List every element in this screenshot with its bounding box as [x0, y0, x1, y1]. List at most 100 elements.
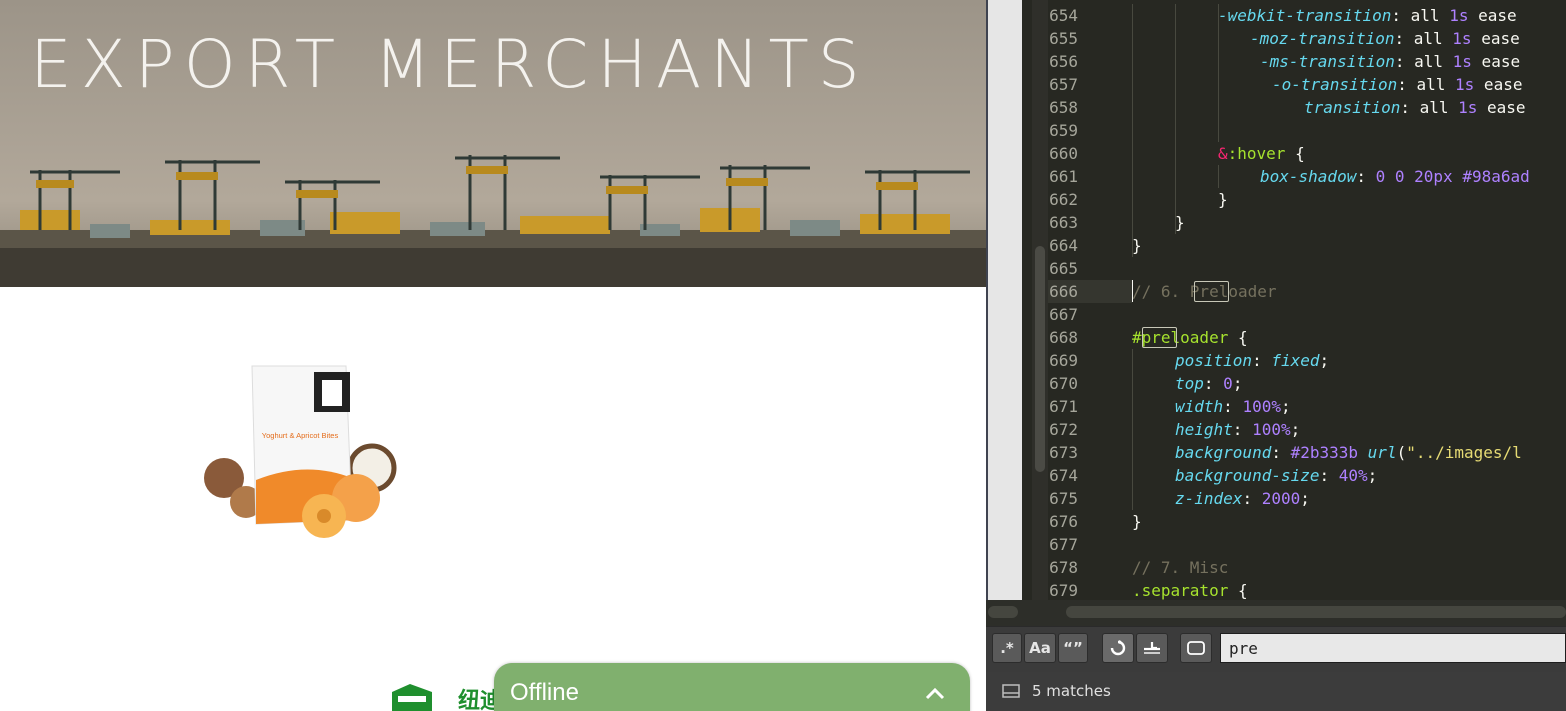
code-line[interactable]: transition: all 1s ease	[1304, 96, 1526, 119]
code-token: 1s	[1452, 29, 1472, 48]
code-token: : all	[1391, 6, 1450, 25]
line-number-gutter: 654 655 656 657 658 659 660 661 662 663 664 665 666 6…	[1048, 0, 1132, 600]
code-token: box-shadow	[1260, 167, 1357, 186]
chevron-up-icon[interactable]	[924, 685, 946, 701]
line-number: 675	[1049, 489, 1078, 508]
gutter-line: 671	[1048, 395, 1132, 418]
gutter-line: 673	[1048, 441, 1132, 464]
company-logo[interactable]: 纽迪	[388, 680, 503, 711]
code-line[interactable]: -o-transition: all 1s ease	[1272, 73, 1522, 96]
code-token: {	[1228, 328, 1248, 347]
code-token: &	[1218, 144, 1228, 163]
code-line[interactable]: &:hover {	[1218, 142, 1305, 165]
code-token: position	[1175, 351, 1253, 370]
code-line[interactable]: }	[1132, 510, 1142, 533]
code-line[interactable]: position: fixed;	[1175, 349, 1329, 372]
line-number: 658	[1049, 98, 1078, 117]
gutter-line: 678	[1048, 556, 1132, 579]
code-token: 100%	[1252, 420, 1291, 439]
gutter-line: 659	[1048, 119, 1132, 142]
vertical-scrollbar-thumb[interactable]	[1035, 246, 1045, 472]
code-token: 20px	[1414, 167, 1453, 186]
line-number: 657	[1049, 75, 1078, 94]
code-line[interactable]: height: 100%;	[1175, 418, 1300, 441]
code-line[interactable]: background-size: 40%;	[1175, 464, 1377, 487]
chat-widget[interactable]: Offline	[494, 663, 970, 711]
gutter-line: 664	[1048, 234, 1132, 257]
code-line[interactable]: background: #2b333b url("../images/l	[1175, 441, 1522, 464]
indent-guide	[1218, 165, 1219, 188]
code-token: :	[1242, 489, 1262, 508]
line-number: 666	[1049, 282, 1078, 301]
line-number: 660	[1049, 144, 1078, 163]
gutter-line: 676	[1048, 510, 1132, 533]
code-line[interactable]: z-index: 2000;	[1175, 487, 1310, 510]
code-token: 0	[1375, 167, 1386, 186]
code-token: :	[1356, 167, 1376, 186]
vertical-scrollbar[interactable]	[1032, 0, 1048, 600]
indent-guide	[1175, 4, 1176, 234]
code-line[interactable]: }	[1218, 188, 1228, 211]
code-token: -webkit-transition	[1218, 6, 1392, 25]
gutter-line: 675	[1048, 487, 1132, 510]
in-selection-toggle-button[interactable]	[1136, 633, 1168, 663]
code-line[interactable]: top: 0;	[1175, 372, 1242, 395]
status-bar: 5 matches	[986, 672, 1566, 711]
code-token: url	[1367, 443, 1397, 462]
code-token: 0	[1394, 167, 1405, 186]
case-sensitive-toggle-button[interactable]: Aa	[1024, 633, 1056, 663]
indent-guide	[1132, 4, 1133, 257]
code-token: }	[1132, 512, 1142, 531]
product-image[interactable]: Yoghurt & Apricot Bites	[196, 360, 406, 550]
code-token: 1s	[1452, 52, 1472, 71]
code-line[interactable]: // 7. Misc	[1132, 556, 1228, 579]
horizontal-scrollbar[interactable]	[986, 600, 1566, 626]
line-number: 654	[1049, 6, 1078, 25]
code-line[interactable]: }	[1175, 211, 1185, 234]
code-line[interactable]: }	[1132, 234, 1142, 257]
web-page: EXPORT MERCHANTS Yoghurt & Apricot Bites…	[0, 0, 986, 711]
code-token: }	[1218, 190, 1228, 209]
regex-toggle-button[interactable]: .*	[992, 633, 1022, 663]
code-line[interactable]: -moz-transition: all 1s ease	[1250, 27, 1520, 50]
horizontal-scrollbar-thumb[interactable]	[1066, 606, 1566, 618]
horizontal-scrollbar-cap	[988, 606, 1018, 618]
code-line[interactable]: box-shadow: 0 0 20px #98a6ad	[1260, 165, 1530, 188]
code-token: : all	[1394, 52, 1453, 71]
highlight-matches-toggle-button[interactable]	[1180, 633, 1212, 663]
code-token: ;	[1290, 420, 1301, 439]
code-token: ;	[1280, 397, 1291, 416]
code-area[interactable]: -webkit-transition: all 1s ease -moz-tran…	[1132, 0, 1566, 600]
side-panel	[988, 0, 1022, 600]
gutter-line: 654	[1048, 4, 1132, 27]
code-line[interactable]: width: 100%;	[1175, 395, 1291, 418]
whole-word-toggle-button[interactable]: “”	[1058, 633, 1088, 663]
gutter-line: 665	[1048, 257, 1132, 280]
gutter-line: 660	[1048, 142, 1132, 165]
code-token: :	[1319, 466, 1339, 485]
gutter-line: 677	[1048, 533, 1132, 556]
product-brand-text: Yoghurt & Apricot Bites	[262, 431, 339, 440]
code-token: ;	[1232, 374, 1243, 393]
code-token: background	[1175, 443, 1272, 462]
line-number: 670	[1049, 374, 1078, 393]
code-line[interactable]: -webkit-transition: all 1s ease	[1218, 4, 1517, 27]
code-line[interactable]: .separator {	[1132, 579, 1248, 600]
hero-banner: EXPORT MERCHANTS	[0, 0, 986, 287]
code-token: width	[1175, 397, 1224, 416]
gutter-line: 656	[1048, 50, 1132, 73]
wrap-toggle-button[interactable]	[1102, 633, 1134, 663]
code-token: 1s	[1458, 98, 1478, 117]
code-token: {	[1228, 581, 1248, 600]
code-token: 2000	[1261, 489, 1301, 508]
find-bar: .* Aa “”	[986, 626, 1566, 673]
find-input[interactable]	[1220, 633, 1566, 663]
gutter-line: 679	[1048, 579, 1132, 602]
panel-icon[interactable]	[1002, 684, 1020, 698]
code-editor: 654 655 656 657 658 659 660 661 662 663 664 665 666 6…	[986, 0, 1566, 711]
code-token: }	[1132, 236, 1142, 255]
line-number: 663	[1049, 213, 1078, 232]
code-line[interactable]: -ms-transition: all 1s ease	[1260, 50, 1520, 73]
